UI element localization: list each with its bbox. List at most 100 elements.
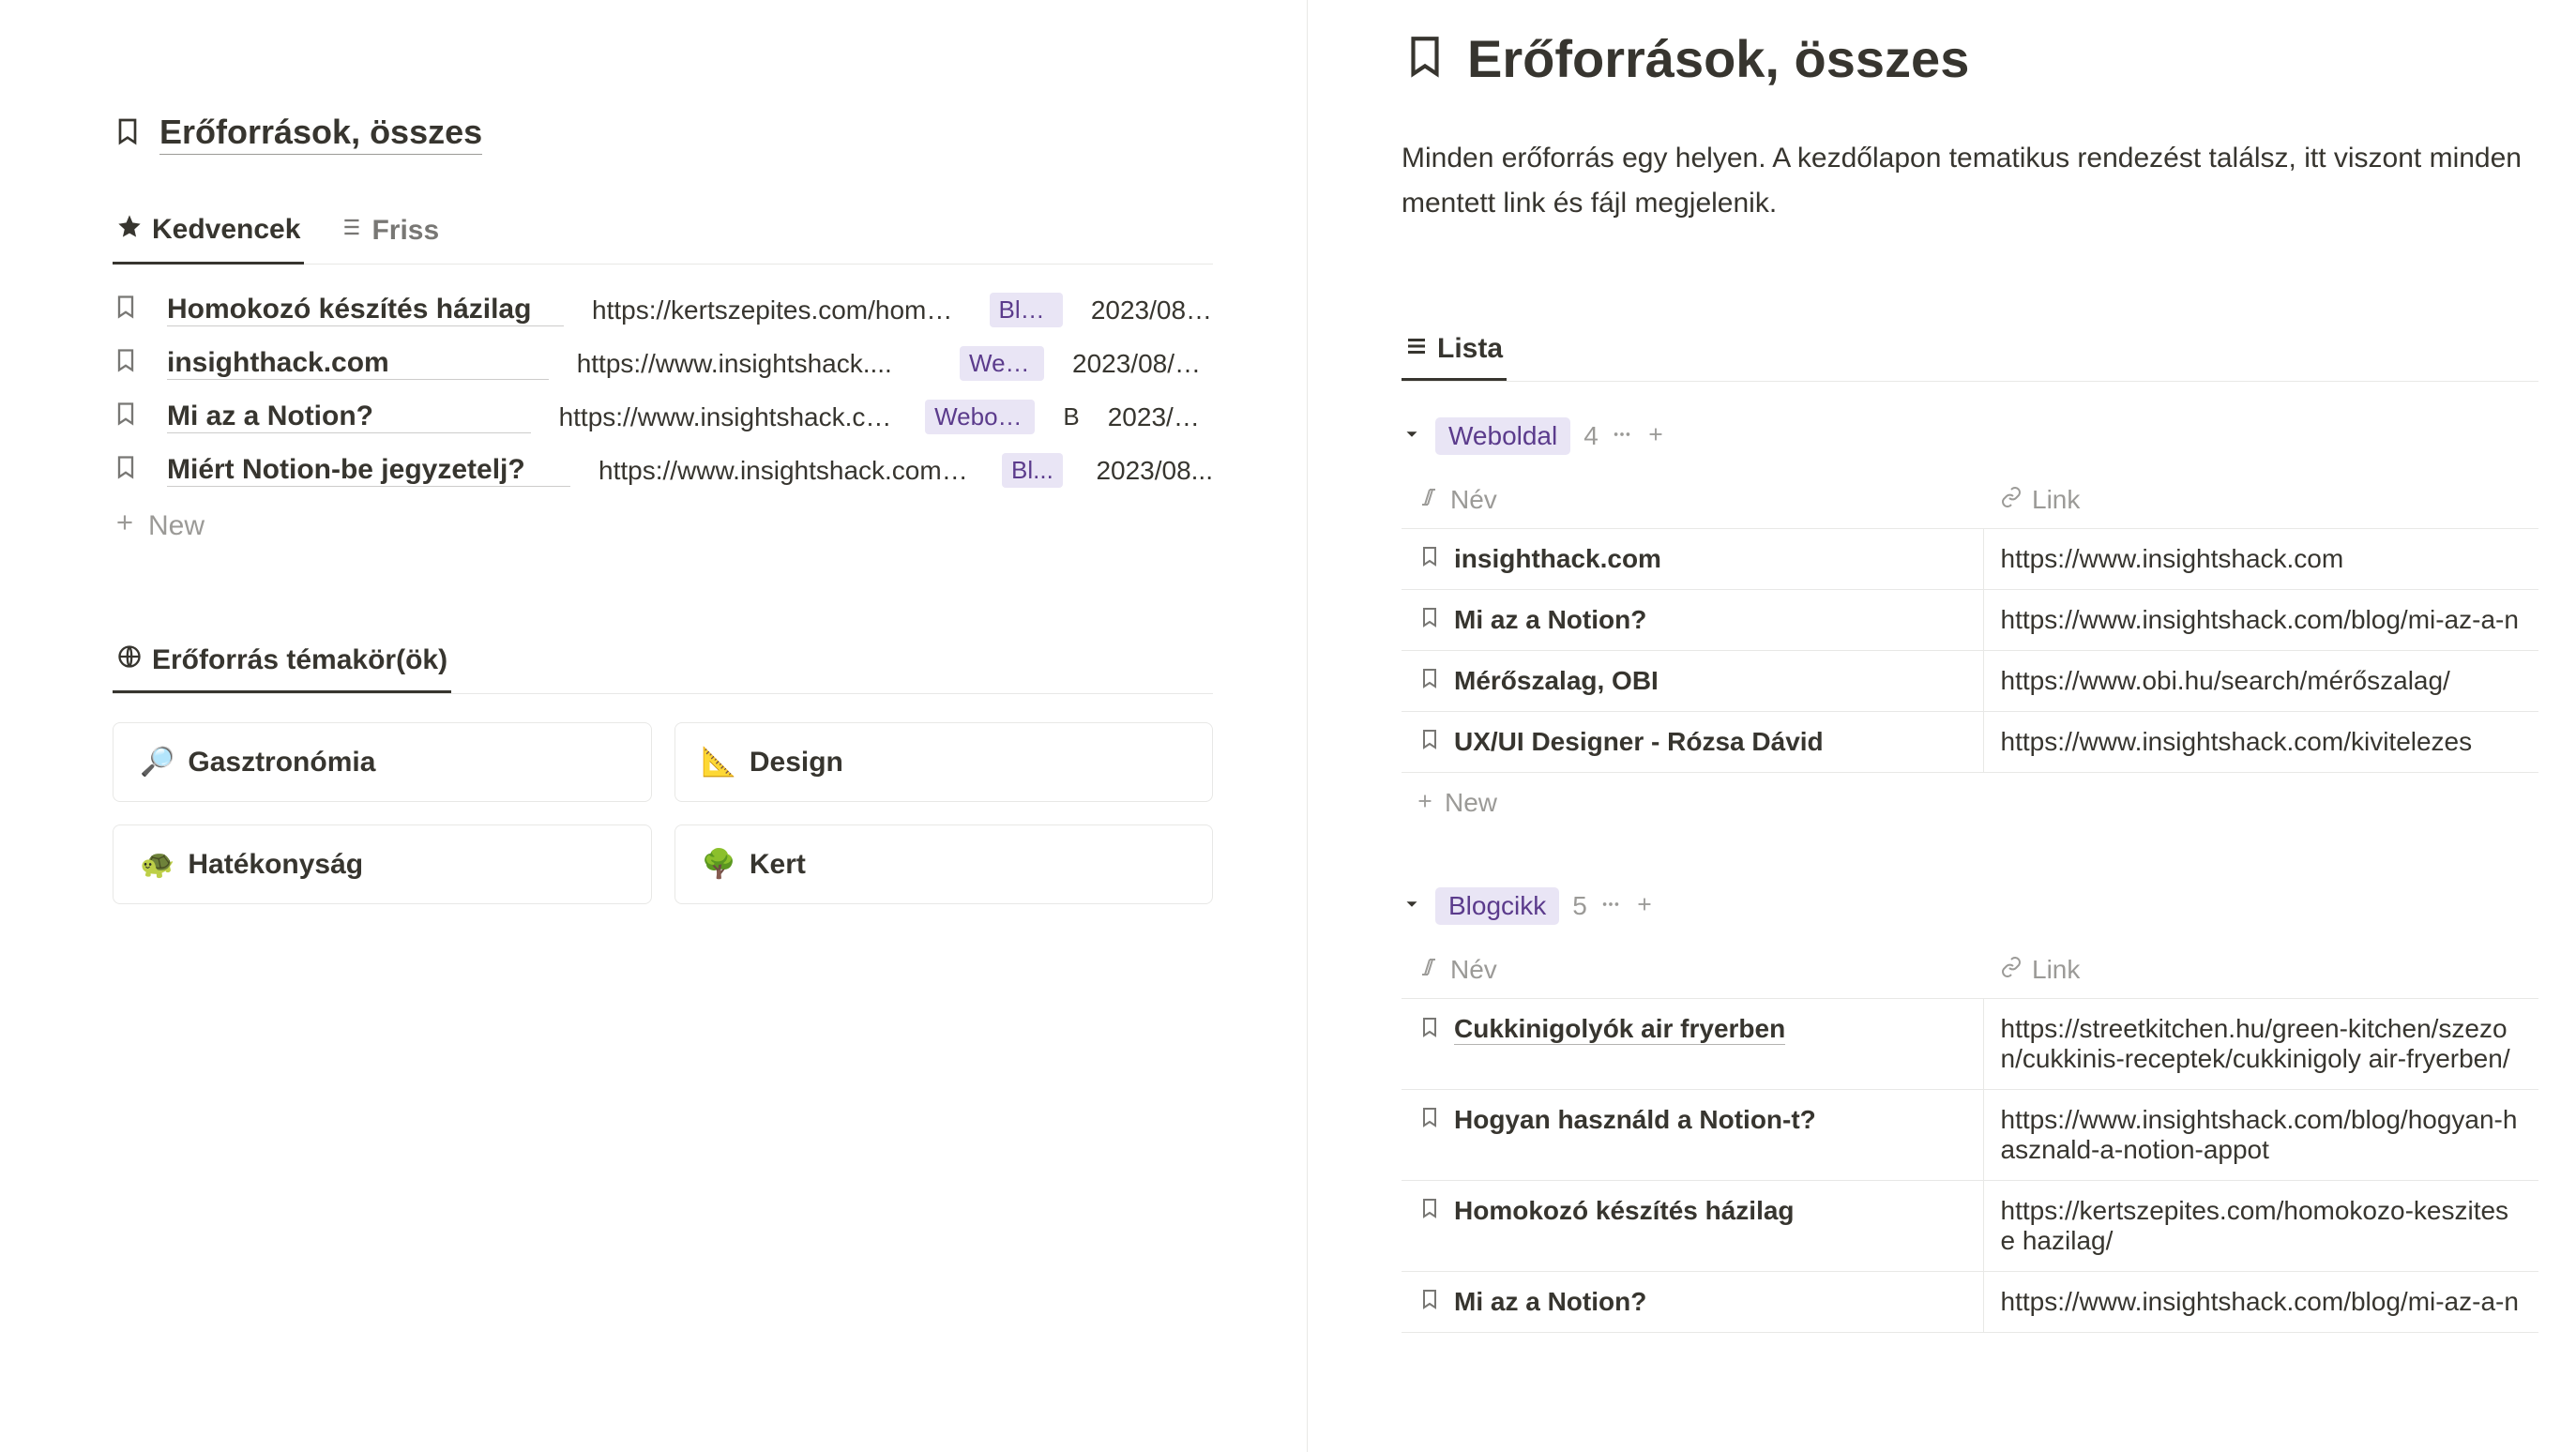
fav-title: Homokozó készítés házilag (167, 294, 564, 326)
right-title: Erőforrások, összes (1467, 28, 1969, 89)
fav-tag2: B (1063, 402, 1079, 431)
tab-label: Kedvencek (152, 214, 300, 246)
topic-card-gasztronomia[interactable]: 🔎 Gasztronómia (113, 722, 652, 802)
group-count: 5 (1572, 891, 1587, 921)
fav-title: Miért Notion-be jegyzetelj? (167, 454, 570, 487)
topic-card-design[interactable]: 📐 Design (674, 722, 1214, 802)
search-emoji-icon: 🔎 (140, 746, 174, 779)
table-row[interactable]: Homokozó készítés házilag https://kertsz… (1402, 1181, 2538, 1272)
table-row[interactable]: Mi az a Notion? https://www.insightshack… (1402, 1272, 2538, 1333)
bookmark-icon (113, 294, 139, 327)
table-row[interactable]: Mérőszalag, OBI https://www.obi.hu/searc… (1402, 651, 2538, 712)
toggle-icon[interactable] (1402, 424, 1422, 449)
group-tag[interactable]: Blogcikk (1435, 887, 1559, 925)
left-panel: Erőforrások, összes Kedvencek Friss Homo… (0, 0, 1308, 1452)
cell-link[interactable]: https://streetkitchen.hu/green-kitchen/s… (1983, 999, 2538, 1090)
bookmark-icon (113, 347, 139, 381)
fav-title: Mi az a Notion? (167, 401, 531, 433)
cell-link[interactable]: https://www.obi.hu/search/mérőszalag/ (1983, 651, 2538, 712)
bookmark-icon (1402, 33, 1448, 84)
link-icon (2000, 955, 2023, 985)
favorite-row[interactable]: insighthack.com https://www.insightshack… (113, 337, 1213, 390)
page-title: Erőforrások, összes (159, 113, 482, 155)
topic-label: Gasztronómia (188, 747, 375, 779)
bookmark-icon (1418, 1287, 1441, 1317)
group-weboldal: Weboldal 4 Név Link insighthack.com http… (1402, 410, 2538, 833)
fav-title: insighthack.com (167, 347, 549, 380)
group-header: Blogcikk 5 (1402, 880, 2538, 942)
cell-link[interactable]: https://kertszepites.com/homokozo-keszit… (1983, 1181, 2538, 1272)
topic-cards: 🔎 Gasztronómia 📐 Design 🐢 Hatékonyság 🌳 … (113, 722, 1213, 904)
group-tag[interactable]: Weboldal (1435, 417, 1570, 455)
bookmark-icon (1418, 544, 1441, 574)
group-header: Weboldal 4 (1402, 410, 2538, 472)
topic-card-hatekonysag[interactable]: 🐢 Hatékonyság (113, 824, 652, 904)
right-header: Erőforrások, összes (1402, 28, 2538, 89)
table-row[interactable]: Mi az a Notion? https://www.insightshack… (1402, 590, 2538, 651)
column-header-name[interactable]: Név (1402, 472, 1983, 529)
tab-friss[interactable]: Friss (332, 202, 443, 264)
cell-name: Hogyan használd a Notion-t? (1454, 1105, 1816, 1135)
plus-icon[interactable] (1645, 424, 1666, 449)
tab-label: Lista (1437, 333, 1503, 365)
fav-date: 2023/08/... (1091, 295, 1213, 325)
bookmark-icon (1418, 1015, 1441, 1045)
bookmark-icon (1418, 666, 1441, 696)
cell-link[interactable]: https://www.insightshack.com (1983, 529, 2538, 590)
tab-eroforras-temakor[interactable]: Erőforrás témakör(ök) (113, 630, 451, 693)
fav-tag: Blo... (990, 293, 1063, 327)
tree-emoji-icon: 🌳 (702, 848, 736, 881)
cell-link[interactable]: https://www.insightshack.com/blog/hogyan… (1983, 1090, 2538, 1181)
bookmark-icon (113, 116, 143, 151)
plus-icon[interactable] (1634, 894, 1655, 919)
topic-card-kert[interactable]: 🌳 Kert (674, 824, 1214, 904)
favorite-row[interactable]: Miért Notion-be jegyzetelj? https://www.… (113, 444, 1213, 497)
topic-label: Design (750, 747, 843, 779)
fav-date: 2023/08/17 16... (1072, 349, 1213, 379)
tab-kedvencek[interactable]: Kedvencek (113, 202, 304, 265)
cell-link[interactable]: https://www.insightshack.com/blog/mi-az-… (1983, 1272, 2538, 1333)
toggle-icon[interactable] (1402, 894, 1422, 919)
cell-name: insighthack.com (1454, 544, 1661, 574)
text-icon (1418, 485, 1441, 515)
favorite-row[interactable]: Homokozó készítés házilag https://kertsz… (113, 283, 1213, 337)
cell-name: Mérőszalag, OBI (1454, 666, 1659, 696)
table-row[interactable]: Hogyan használd a Notion-t? https://www.… (1402, 1090, 2538, 1181)
tab-lista[interactable]: Lista (1402, 320, 1507, 381)
fav-link: https://www.insightshack.com/blog/... (599, 456, 974, 486)
favorites-list: Homokozó készítés házilag https://kertsz… (113, 283, 1213, 555)
more-icon[interactable] (1600, 894, 1621, 919)
fav-tag: Webol... (960, 346, 1044, 381)
right-description: Minden erőforrás egy helyen. A kezdőlapo… (1402, 136, 2538, 226)
new-favorite-button[interactable]: New (113, 497, 1213, 555)
bookmark-icon (113, 454, 139, 488)
group-blogcikk: Blogcikk 5 Név Link Cukkinigolyók air fr… (1402, 880, 2538, 1333)
tab-label: Erőforrás témakör(ök) (152, 644, 447, 676)
table-row[interactable]: Cukkinigolyók air fryerben https://stree… (1402, 999, 2538, 1090)
favorite-row[interactable]: Mi az a Notion? https://www.insightshack… (113, 390, 1213, 444)
cell-name: Mi az a Notion? (1454, 605, 1646, 635)
more-icon[interactable] (1612, 424, 1632, 449)
new-row-button[interactable]: New (1402, 773, 2538, 833)
fav-link: https://www.insightshack.... (577, 349, 932, 379)
cell-link[interactable]: https://www.insightshack.com/kivitelezes (1983, 712, 2538, 773)
text-icon (1418, 955, 1441, 985)
column-header-name[interactable]: Név (1402, 942, 1983, 999)
list-icon (1405, 333, 1428, 365)
topic-tabs: Erőforrás témakör(ök) (113, 630, 1213, 694)
column-header-link[interactable]: Link (1983, 472, 2538, 529)
table-row[interactable]: insighthack.com https://www.insightshack… (1402, 529, 2538, 590)
cell-link[interactable]: https://www.insightshack.com/blog/mi-az-… (1983, 590, 2538, 651)
turtle-emoji-icon: 🐢 (140, 848, 174, 881)
column-header-link[interactable]: Link (1983, 942, 2538, 999)
link-icon (2000, 485, 2023, 515)
table-row[interactable]: UX/UI Designer - Rózsa Dávid https://www… (1402, 712, 2538, 773)
bookmark-icon (1418, 605, 1441, 635)
bookmark-icon (1418, 1105, 1441, 1135)
bookmark-icon (1418, 727, 1441, 757)
new-label: New (148, 510, 205, 542)
group-actions (1612, 424, 1666, 449)
db-table: Név Link Cukkinigolyók air fryerben http… (1402, 942, 2538, 1333)
globe-icon (116, 643, 143, 677)
list-icon (336, 214, 362, 248)
